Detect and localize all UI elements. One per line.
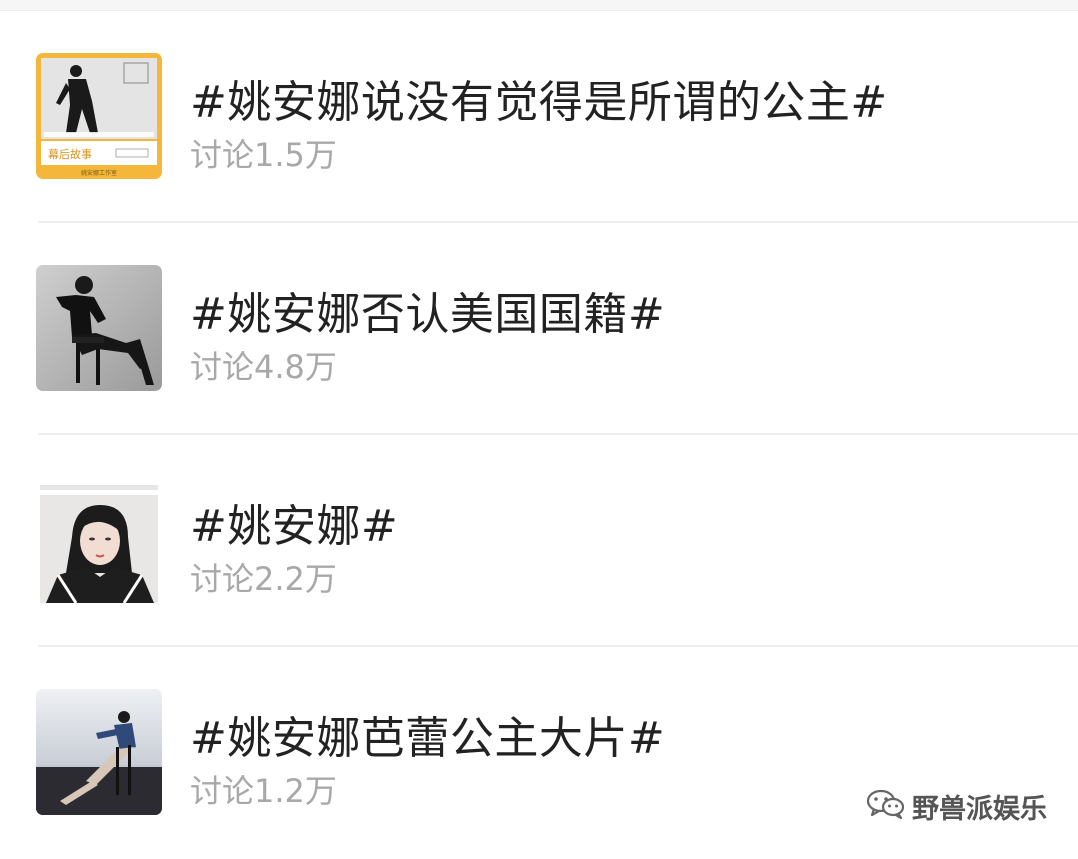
topic-item[interactable]: #姚安娜否认美国国籍# 讨论4.8万 — [0, 223, 1078, 435]
topic-discussion-count: 讨论2.2万 — [190, 560, 337, 598]
topic-discussion-count: 讨论1.2万 — [190, 772, 337, 810]
top-edge-strip — [0, 0, 1078, 11]
thumb-caption: 幕后故事 — [48, 147, 92, 161]
watermark: 野兽派娱乐 — [866, 784, 1047, 828]
topic-title[interactable]: #姚安娜说没有觉得是所谓的公主# — [190, 77, 888, 129]
topic-title[interactable]: #姚安娜# — [190, 501, 398, 553]
topic-thumbnail[interactable] — [36, 689, 162, 815]
topic-item[interactable]: #姚安娜# 讨论2.2万 — [0, 435, 1078, 647]
thumb-footer: 姚安娜工作室 — [81, 169, 117, 177]
topic-thumbnail[interactable] — [36, 265, 162, 391]
topic-discussion-count: 讨论4.8万 — [190, 348, 337, 386]
topic-item[interactable]: 幕后故事 姚安娜工作室 #姚安娜说没有觉得是所谓的公主# 讨论1.5万 — [0, 11, 1078, 223]
topic-thumbnail[interactable] — [36, 477, 162, 603]
topic-list: 幕后故事 姚安娜工作室 #姚安娜说没有觉得是所谓的公主# 讨论1.5万 #姚安娜… — [0, 11, 1078, 859]
topic-title[interactable]: #姚安娜芭蕾公主大片# — [190, 713, 665, 765]
topic-discussion-count: 讨论1.5万 — [190, 136, 337, 174]
watermark-text: 野兽派娱乐 — [912, 793, 1047, 825]
topic-thumbnail[interactable]: 幕后故事 姚安娜工作室 — [36, 53, 162, 179]
wechat-icon — [866, 788, 906, 824]
topic-title[interactable]: #姚安娜否认美国国籍# — [190, 289, 665, 341]
